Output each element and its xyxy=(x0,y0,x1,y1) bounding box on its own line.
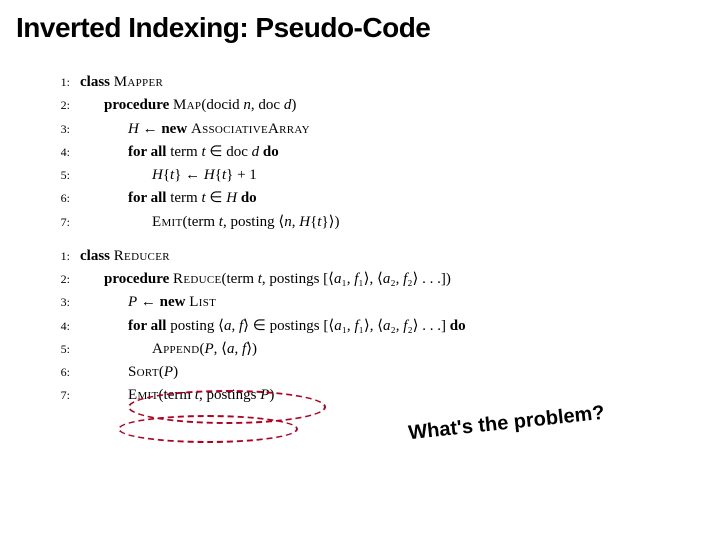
line-content: procedure Reduce(term t, postings [⟨a₁, … xyxy=(80,269,451,289)
line-content: H ← new AssociativeArray xyxy=(80,119,310,139)
annotation-text: What's the problem? xyxy=(407,402,605,445)
line-content: class Reducer xyxy=(80,246,170,266)
line-content: Sort(P) xyxy=(80,362,178,382)
code-line: 6: Sort(P) xyxy=(44,362,704,382)
line-content: H{t} ← H{t} + 1 xyxy=(80,165,257,185)
code-line: 2: procedure Map(docid n, doc d) xyxy=(44,95,704,115)
line-content: Emit(term t, postings P) xyxy=(80,385,274,405)
code-line: 4: for all term t ∈ doc d do xyxy=(44,142,704,162)
code-line: 3: P ← new List xyxy=(44,292,704,312)
code-line: 3: H ← new AssociativeArray xyxy=(44,119,704,139)
code-line: 5: Append(P, ⟨a, f⟩) xyxy=(44,339,704,359)
code-line: 1: class Mapper xyxy=(44,72,704,92)
line-number: 3: xyxy=(44,121,70,137)
reducer-code: 1: class Reducer 2: procedure Reduce(term t… xyxy=(44,246,704,406)
line-content: P ← new List xyxy=(80,292,216,312)
line-number: 5: xyxy=(44,341,70,357)
line-number: 7: xyxy=(44,214,70,230)
line-content: for all term t ∈ H do xyxy=(80,188,257,208)
highlight-ellipse-sort xyxy=(118,415,298,443)
line-content: procedure Map(docid n, doc d) xyxy=(80,95,296,115)
line-number: 7: xyxy=(44,387,70,403)
code-line: 6: for all term t ∈ H do xyxy=(44,188,704,208)
line-content: class Mapper xyxy=(80,72,163,92)
line-number: 4: xyxy=(44,318,70,334)
code-line: 5: H{t} ← H{t} + 1 xyxy=(44,165,704,185)
line-number: 1: xyxy=(44,74,70,90)
slide: Inverted Indexing: Pseudo-Code 1: class M… xyxy=(0,0,720,540)
code-line: 7: Emit(term t, postings P) xyxy=(44,385,704,405)
line-number: 1: xyxy=(44,248,70,264)
line-number: 6: xyxy=(44,190,70,206)
line-content: Append(P, ⟨a, f⟩) xyxy=(80,339,257,359)
line-content: for all posting ⟨a, f⟩ ∈ postings [⟨a₁, … xyxy=(80,316,466,336)
code-line: 7: Emit(term t, posting ⟨n, H{t}⟩) xyxy=(44,212,704,232)
line-content: Emit(term t, posting ⟨n, H{t}⟩) xyxy=(80,212,339,232)
line-number: 2: xyxy=(44,97,70,113)
line-content: for all term t ∈ doc d do xyxy=(80,142,279,162)
line-number: 3: xyxy=(44,294,70,310)
line-number: 2: xyxy=(44,271,70,287)
code-line: 4: for all posting ⟨a, f⟩ ∈ postings [⟨a₁… xyxy=(44,316,704,336)
mapper-code: 1: class Mapper 2: procedure Map(docid n, d… xyxy=(44,72,704,232)
line-number: 6: xyxy=(44,364,70,380)
code-line: 2: procedure Reduce(term t, postings [⟨a₁… xyxy=(44,269,704,289)
line-number: 4: xyxy=(44,144,70,160)
page-title: Inverted Indexing: Pseudo-Code xyxy=(16,12,704,44)
code-line: 1: class Reducer xyxy=(44,246,704,266)
line-number: 5: xyxy=(44,167,70,183)
